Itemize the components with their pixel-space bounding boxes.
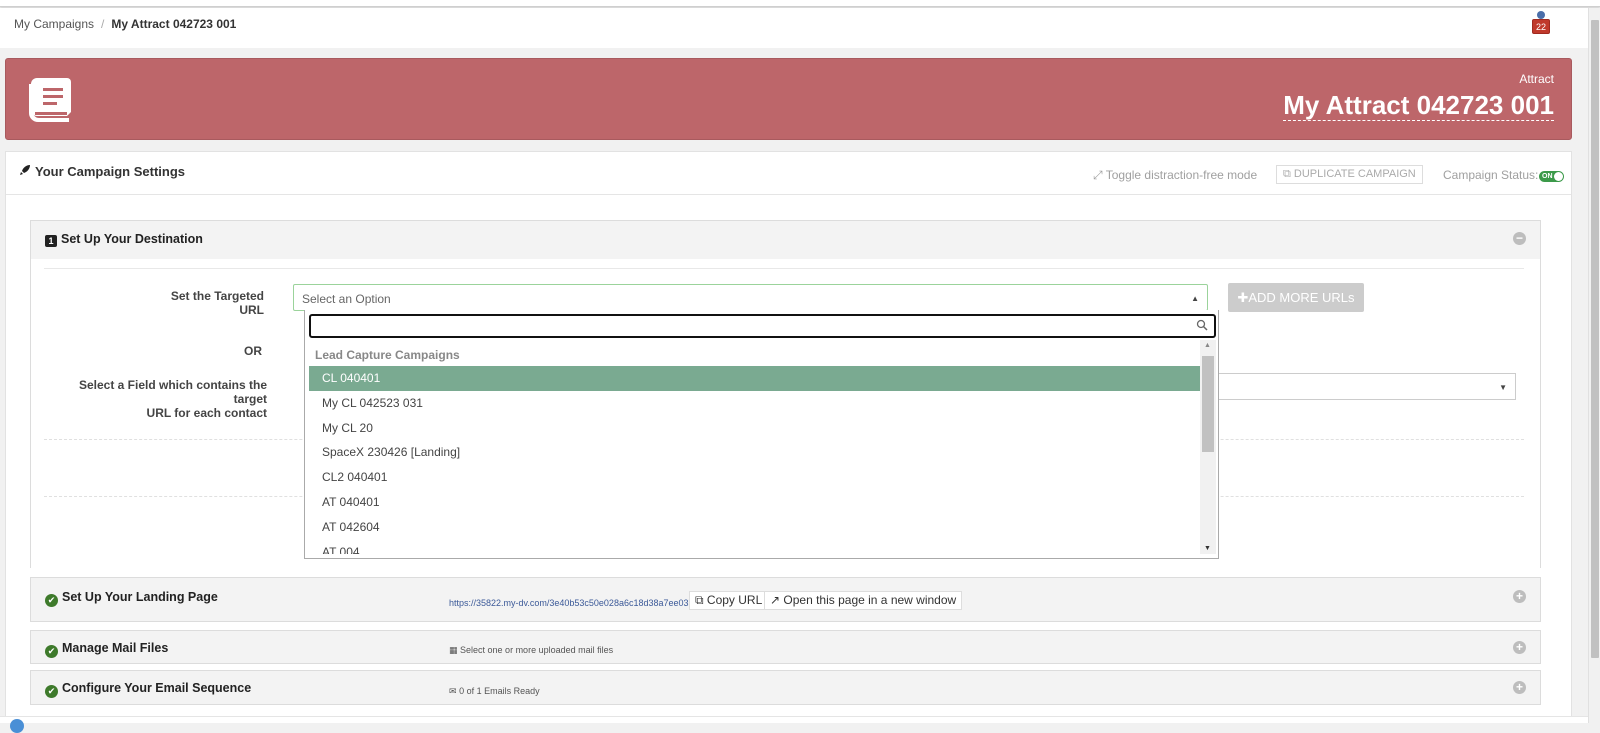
page-scrollbar-thumb[interactable] — [1591, 20, 1599, 658]
campaign-type: Attract — [1519, 72, 1554, 86]
dropdown-option[interactable]: SpaceX 230426 [Landing] — [309, 440, 1200, 465]
field-select-label-line2: URL for each contact — [146, 406, 267, 420]
field-select-label-line1: Select a Field which contains the target — [78, 378, 267, 406]
targeted-url-select[interactable]: Select an Option ▲ — [293, 284, 1208, 311]
breadcrumb-bar: My Campaigns / My Attract 042723 001 22 — [0, 8, 1588, 48]
landing-title-text: Set Up Your Landing Page — [62, 590, 218, 604]
campaign-status-toggle[interactable]: ON — [1539, 171, 1564, 182]
section-email-sequence[interactable]: ✔ Configure Your Email Sequence ✉ 0 of 1 … — [30, 670, 1541, 705]
open-new-window-label: Open this page in a new window — [783, 593, 957, 607]
breadcrumb-separator: / — [101, 17, 105, 31]
email-title: ✔ Configure Your Email Sequence — [45, 681, 251, 698]
settings-title: Your Campaign Settings — [19, 164, 185, 179]
copy-icon: ⧉ — [695, 593, 704, 607]
dropdown-option[interactable]: AT 004 — [309, 540, 1200, 554]
settings-title-text: Your Campaign Settings — [35, 164, 185, 179]
expand-icon[interactable]: + — [1513, 681, 1526, 694]
collapse-icon[interactable]: − — [1513, 232, 1526, 245]
breadcrumb-current: My Attract 042723 001 — [111, 17, 237, 31]
duplicate-campaign-label: DUPLICATE CAMPAIGN — [1293, 168, 1416, 180]
toggle-distraction-free-link[interactable]: ⤢ Toggle distraction-free mode — [1093, 168, 1257, 183]
plus-icon: ✚ — [1237, 290, 1249, 305]
landing-title: ✔ Set Up Your Landing Page — [45, 590, 218, 607]
dropdown-options-list: CL 040401 My CL 042523 031 My CL 20 Spac… — [309, 366, 1200, 554]
dropdown-option[interactable]: My CL 20 — [309, 416, 1200, 441]
destination-title-text: Set Up Your Destination — [61, 232, 203, 246]
field-select-label: Select a Field which contains the target… — [51, 378, 267, 420]
toggle-distraction-free-label: Toggle distraction-free mode — [1105, 168, 1258, 182]
open-new-window-button[interactable]: ↗ Open this page in a new window — [764, 591, 963, 610]
contact-field-select[interactable]: ▼ — [1208, 373, 1516, 400]
scroll-down-icon[interactable]: ▼ — [1204, 545, 1211, 552]
email-sequence-meta: ✉ 0 of 1 Emails Ready — [449, 686, 540, 697]
dropdown-option[interactable]: AT 040401 — [309, 490, 1200, 515]
add-more-urls-label: ADD MORE URLs — [1248, 290, 1355, 305]
status-toggle-text: ON — [1542, 173, 1553, 180]
qr-icon: ▦ — [449, 645, 458, 655]
breadcrumb-my-campaigns[interactable]: My Campaigns — [14, 17, 94, 31]
caret-down-icon: ▼ — [1499, 383, 1507, 392]
expand-icon: ⤢ — [1093, 168, 1103, 182]
targeted-url-dropdown: Lead Capture Campaigns CL 040401 My CL 0… — [304, 310, 1219, 559]
bottom-status-strip — [0, 716, 1588, 733]
browser-top-edge — [0, 0, 1600, 7]
rocket-icon — [20, 165, 30, 175]
section-landing-page[interactable]: ✔ Set Up Your Landing Page https://35822.… — [30, 577, 1541, 622]
select-placeholder: Select an Option — [302, 292, 391, 306]
campaign-header: Attract My Attract 042723 001 — [5, 58, 1572, 140]
landing-page-url[interactable]: https://35822.my-dv.com/3e40b53c50e028a6… — [449, 598, 709, 608]
divider — [44, 268, 1524, 269]
expand-icon[interactable]: + — [1513, 641, 1526, 654]
copy-url-button[interactable]: ⧉ Copy URL — [689, 591, 769, 610]
campaign-status-label: Campaign Status: — [1443, 168, 1539, 182]
user-notification-icon[interactable]: 22 — [1531, 11, 1551, 37]
chat-icon[interactable] — [10, 719, 24, 733]
book-icon — [29, 78, 71, 122]
caret-up-icon: ▲ — [1191, 294, 1199, 303]
duplicate-campaign-button[interactable]: ⧉ DUPLICATE CAMPAIGN — [1276, 165, 1423, 184]
mail-files-meta-text: Select one or more uploaded mail files — [460, 645, 614, 655]
mail-files-meta: ▦ Select one or more uploaded mail files — [449, 645, 613, 656]
copy-url-label: Copy URL — [706, 593, 763, 607]
destination-title: 1 Set Up Your Destination — [45, 232, 203, 247]
targeted-url-label: Set the Targeted URL — [170, 289, 264, 317]
dropdown-scrollbar[interactable]: ▲ ▼ — [1200, 340, 1216, 554]
dropdown-option[interactable]: AT 042604 — [309, 515, 1200, 540]
dropdown-search-input[interactable] — [309, 314, 1216, 338]
status-toggle-knob — [1554, 172, 1563, 181]
dropdown-option[interactable]: My CL 042523 031 — [309, 391, 1200, 416]
dropdown-group-label: Lead Capture Campaigns — [315, 348, 460, 362]
add-more-urls-button[interactable]: ✚ADD MORE URLs — [1228, 283, 1364, 312]
copy-icon: ⧉ — [1283, 168, 1291, 180]
settings-header: Your Campaign Settings ⤢ Toggle distract… — [6, 152, 1571, 195]
dropdown-option[interactable]: CL2 040401 — [309, 465, 1200, 490]
notification-badge: 22 — [1532, 19, 1550, 34]
step-number-badge: 1 — [45, 235, 57, 247]
section-mail-files[interactable]: ✔ Manage Mail Files ▦ Select one or more … — [30, 630, 1541, 664]
check-circle-icon: ✔ — [45, 645, 58, 658]
check-circle-icon: ✔ — [45, 685, 58, 698]
campaign-title[interactable]: My Attract 042723 001 — [1283, 90, 1554, 121]
scroll-up-icon[interactable]: ▲ — [1204, 342, 1211, 349]
mail-title: ✔ Manage Mail Files — [45, 641, 168, 658]
dropdown-scrollbar-thumb[interactable] — [1202, 356, 1214, 452]
external-link-icon: ↗ — [770, 593, 781, 607]
mail-title-text: Manage Mail Files — [62, 641, 169, 655]
email-sequence-meta-text: 0 of 1 Emails Ready — [459, 686, 540, 696]
check-circle-icon: ✔ — [45, 594, 58, 607]
destination-header[interactable]: 1 Set Up Your Destination − — [31, 221, 1540, 259]
email-title-text: Configure Your Email Sequence — [62, 681, 252, 695]
search-icon — [1196, 319, 1208, 331]
dropdown-option[interactable]: CL 040401 — [309, 366, 1200, 391]
breadcrumb: My Campaigns / My Attract 042723 001 — [14, 17, 236, 31]
envelope-icon: ✉ — [449, 686, 457, 696]
expand-icon[interactable]: + — [1513, 590, 1526, 603]
page-scrollbar[interactable] — [1588, 8, 1600, 723]
person-icon — [1537, 11, 1545, 19]
or-label: OR — [244, 344, 262, 358]
